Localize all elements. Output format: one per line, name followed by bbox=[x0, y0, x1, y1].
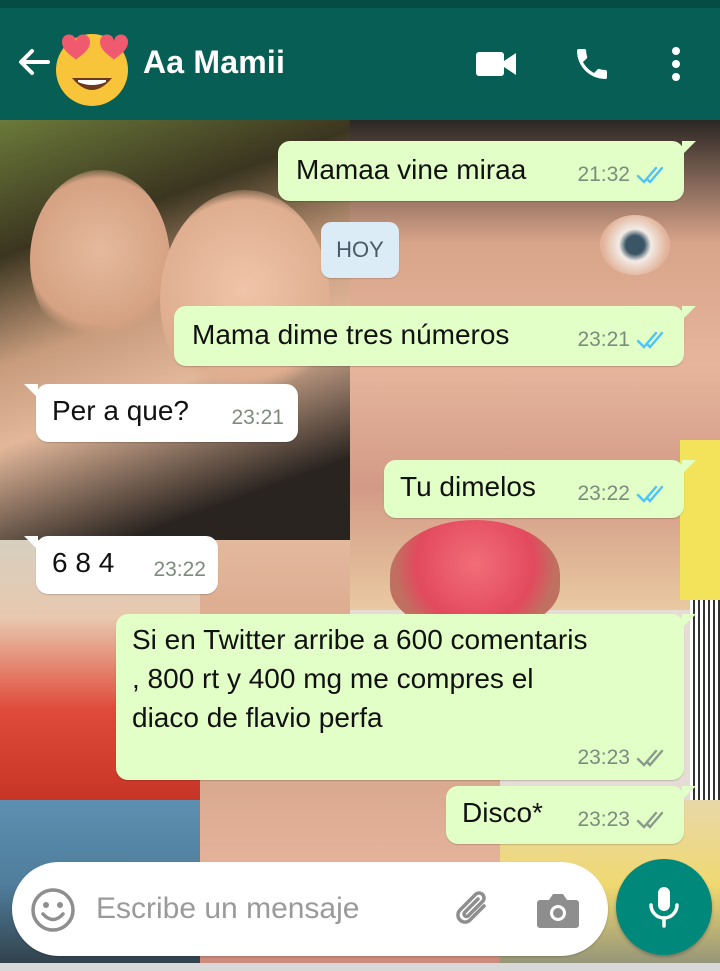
message-outgoing[interactable]: Mamaa vine miraa 21:32 bbox=[278, 141, 696, 201]
message-time: 23:22 bbox=[577, 482, 630, 505]
message-outgoing[interactable]: Si en Twitter arribe a 600 comentaris , … bbox=[116, 614, 696, 780]
back-arrow-icon[interactable] bbox=[14, 42, 54, 82]
message-time: 21:32 bbox=[577, 163, 630, 186]
bubble-tail bbox=[24, 384, 38, 398]
message-time: 23:23 bbox=[577, 746, 630, 769]
camera-icon[interactable] bbox=[534, 888, 582, 932]
message-text: Si en Twitter arribe a 600 comentaris , … bbox=[132, 624, 588, 733]
mic-button[interactable] bbox=[616, 859, 712, 955]
read-double-check-icon bbox=[636, 485, 664, 503]
message-meta: 23:22 bbox=[577, 482, 668, 506]
bubble-tail bbox=[682, 614, 696, 628]
message-incoming[interactable]: Per a que? 23:21 bbox=[24, 384, 298, 442]
message-composer bbox=[12, 862, 608, 956]
message-time: 23:23 bbox=[577, 808, 630, 831]
message-input[interactable] bbox=[96, 884, 436, 934]
attach-icon[interactable] bbox=[450, 886, 498, 934]
bubble-tail bbox=[682, 141, 696, 155]
message-outgoing[interactable]: Tu dimelos 23:22 bbox=[384, 460, 696, 518]
message-time: 23:22 bbox=[153, 558, 206, 581]
message-time: 23:21 bbox=[577, 328, 630, 351]
background-eye bbox=[600, 215, 670, 275]
read-double-check-icon bbox=[636, 166, 664, 184]
phone-icon[interactable] bbox=[568, 42, 616, 86]
bubble-tail bbox=[682, 306, 696, 320]
delivered-double-check-icon bbox=[636, 811, 664, 829]
message-text: Tu dimelos bbox=[400, 471, 536, 502]
message-text: 6 8 4 bbox=[52, 547, 115, 578]
emoji-icon[interactable] bbox=[30, 887, 76, 933]
video-call-icon[interactable] bbox=[472, 42, 520, 86]
message-meta: 23:22 bbox=[153, 558, 206, 582]
background-face-1 bbox=[30, 170, 170, 350]
day-separator: HOY bbox=[321, 222, 399, 278]
message-time: 23:21 bbox=[231, 406, 284, 429]
status-bar bbox=[0, 0, 720, 8]
bubble-tail bbox=[24, 536, 38, 550]
message-text: Mamaa vine miraa bbox=[296, 154, 527, 185]
contact-name[interactable]: Aa Mamii bbox=[143, 44, 285, 81]
bubble-tail bbox=[682, 460, 696, 474]
message-incoming[interactable]: 6 8 4 23:22 bbox=[24, 536, 218, 594]
background-barcode bbox=[690, 600, 720, 800]
chat-header: Aa Mamii bbox=[0, 8, 720, 120]
message-meta: 21:32 bbox=[577, 163, 668, 187]
bottom-edge bbox=[0, 963, 720, 971]
message-meta: 23:23 bbox=[577, 746, 668, 770]
background-face-2 bbox=[160, 190, 330, 410]
message-text: Disco* bbox=[462, 797, 543, 828]
message-outgoing[interactable]: Mama dime tres números 23:21 bbox=[174, 306, 696, 366]
delivered-double-check-icon bbox=[636, 749, 664, 767]
message-text: Mama dime tres números bbox=[192, 319, 510, 350]
read-double-check-icon bbox=[636, 331, 664, 349]
message-meta: 23:21 bbox=[231, 406, 284, 430]
mic-icon bbox=[649, 887, 679, 928]
message-text: Per a que? bbox=[52, 395, 189, 426]
more-options-icon[interactable] bbox=[652, 42, 700, 86]
bubble-tail bbox=[682, 786, 696, 800]
message-outgoing[interactable]: Disco* 23:23 bbox=[446, 786, 696, 844]
heart-eyes-emoji-icon[interactable] bbox=[50, 22, 134, 106]
message-meta: 23:21 bbox=[577, 328, 668, 352]
message-meta: 23:23 bbox=[577, 808, 668, 832]
